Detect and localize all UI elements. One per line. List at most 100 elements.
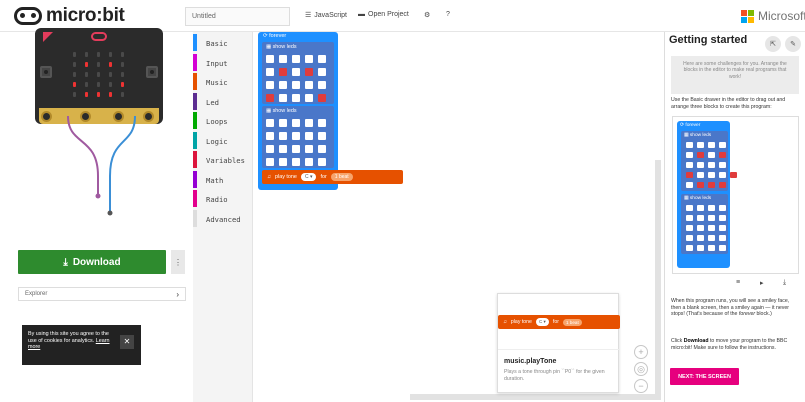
zoom-in-button[interactable]: + [634, 345, 648, 359]
led-cell[interactable] [686, 142, 693, 148]
led-cell[interactable] [318, 68, 326, 76]
tutorial-options-button[interactable]: ⇱ [765, 36, 781, 52]
led-cell[interactable] [708, 182, 715, 188]
led-cell[interactable] [730, 152, 737, 158]
led-cell[interactable] [266, 158, 274, 166]
led-cell[interactable] [279, 68, 287, 76]
toolbox-category-music[interactable]: Music [193, 73, 253, 90]
zoom-out-button[interactable]: − [634, 379, 648, 393]
open-project-button[interactable]: ▬ Open Project [358, 11, 409, 18]
toolbox-category-basic[interactable]: Basic [193, 34, 253, 51]
led-cell[interactable] [719, 182, 726, 188]
led-cell[interactable] [686, 172, 693, 178]
led-cell[interactable] [686, 182, 693, 188]
tone-dropdown[interactable]: C ▾ [300, 173, 317, 181]
led-cell[interactable] [266, 55, 274, 63]
led-cell[interactable] [697, 205, 704, 211]
led-cell[interactable] [708, 152, 715, 158]
javascript-button[interactable]: ☰ JavaScript [305, 11, 347, 20]
workspace-vertical-scrollbar[interactable] [655, 160, 661, 400]
led-cell[interactable] [686, 205, 693, 211]
tutorial-run-button[interactable]: ▸ [760, 279, 764, 287]
led-cell[interactable] [730, 235, 737, 241]
led-cell[interactable] [697, 182, 704, 188]
led-cell[interactable] [730, 172, 737, 178]
led-cell[interactable] [318, 158, 326, 166]
led-cell[interactable] [697, 152, 704, 158]
led-cell[interactable] [305, 145, 313, 153]
zoom-reset-button[interactable]: ◎ [634, 362, 648, 376]
led-cell[interactable] [686, 245, 693, 251]
led-cell[interactable] [266, 68, 274, 76]
pin-0[interactable] [41, 111, 52, 122]
led-cell[interactable] [686, 215, 693, 221]
board-button-a[interactable] [40, 66, 52, 78]
led-cell[interactable] [697, 162, 704, 168]
project-name-input[interactable]: Untitled [185, 7, 290, 26]
led-cell[interactable] [305, 119, 313, 127]
next-step-button[interactable]: NEXT: THE SCREEN [670, 368, 739, 385]
led-cell[interactable] [730, 142, 737, 148]
led-cell[interactable] [719, 162, 726, 168]
tutorial-format-button[interactable]: ≡ [736, 279, 740, 286]
play-tone-block[interactable]: ♫ play tone C ▾ for 1 beat [262, 170, 403, 184]
led-cell[interactable] [708, 225, 715, 231]
led-cell[interactable] [266, 145, 274, 153]
led-cell[interactable] [266, 94, 274, 102]
toolbox-category-input[interactable]: Input [193, 53, 253, 71]
led-cell[interactable] [292, 119, 300, 127]
led-cell[interactable] [730, 182, 737, 188]
toolbox-category-variables[interactable]: Variables [193, 151, 253, 168]
microsoft-logo[interactable]: Microsoft [741, 9, 805, 23]
led-cell[interactable] [697, 142, 704, 148]
led-cell[interactable] [279, 158, 287, 166]
led-cell[interactable] [719, 172, 726, 178]
led-cell[interactable] [697, 172, 704, 178]
led-cell[interactable] [730, 245, 737, 251]
led-cell[interactable] [279, 132, 287, 140]
led-cell[interactable] [305, 94, 313, 102]
led-cell[interactable] [719, 152, 726, 158]
board-button-b[interactable] [146, 66, 158, 78]
toolbox-category-radio[interactable]: Radio [193, 190, 253, 207]
led-cell[interactable] [279, 94, 287, 102]
led-cell[interactable] [305, 158, 313, 166]
led-cell[interactable] [719, 215, 726, 221]
pin-gnd[interactable] [143, 111, 154, 122]
led-cell[interactable] [719, 205, 726, 211]
help-button[interactable]: ? [446, 11, 450, 18]
led-cell[interactable] [730, 215, 737, 221]
led-cell[interactable] [318, 132, 326, 140]
beat-dropdown[interactable]: 1 beat [330, 173, 353, 181]
led-cell[interactable] [708, 172, 715, 178]
led-cell[interactable] [292, 68, 300, 76]
led-cell[interactable] [318, 119, 326, 127]
led-cell[interactable] [318, 81, 326, 89]
led-cell[interactable] [686, 225, 693, 231]
led-cell[interactable] [708, 162, 715, 168]
led-cell[interactable] [279, 145, 287, 153]
led-cell[interactable] [697, 245, 704, 251]
led-cell[interactable] [719, 142, 726, 148]
led-cell[interactable] [305, 68, 313, 76]
led-cell[interactable] [697, 225, 704, 231]
microbit-logo[interactable]: micro:bit [14, 5, 125, 27]
led-cell[interactable] [708, 245, 715, 251]
led-cell[interactable] [318, 94, 326, 102]
tutorial-edit-button[interactable]: ✎ [785, 36, 801, 52]
toolbox-category-led[interactable]: Led [193, 92, 253, 110]
led-cell[interactable] [318, 145, 326, 153]
led-cell[interactable] [305, 132, 313, 140]
more-options-button[interactable]: ⋮ [171, 250, 185, 274]
led-cell[interactable] [292, 145, 300, 153]
led-cell[interactable] [708, 205, 715, 211]
led-cell[interactable] [305, 81, 313, 89]
led-cell[interactable] [292, 158, 300, 166]
workspace-horizontal-scrollbar[interactable] [410, 394, 655, 400]
led-cell[interactable] [292, 132, 300, 140]
toolbox-category-math[interactable]: Math [193, 170, 253, 188]
led-cell[interactable] [318, 55, 326, 63]
led-cell[interactable] [697, 215, 704, 221]
led-cell[interactable] [266, 119, 274, 127]
led-cell[interactable] [708, 215, 715, 221]
